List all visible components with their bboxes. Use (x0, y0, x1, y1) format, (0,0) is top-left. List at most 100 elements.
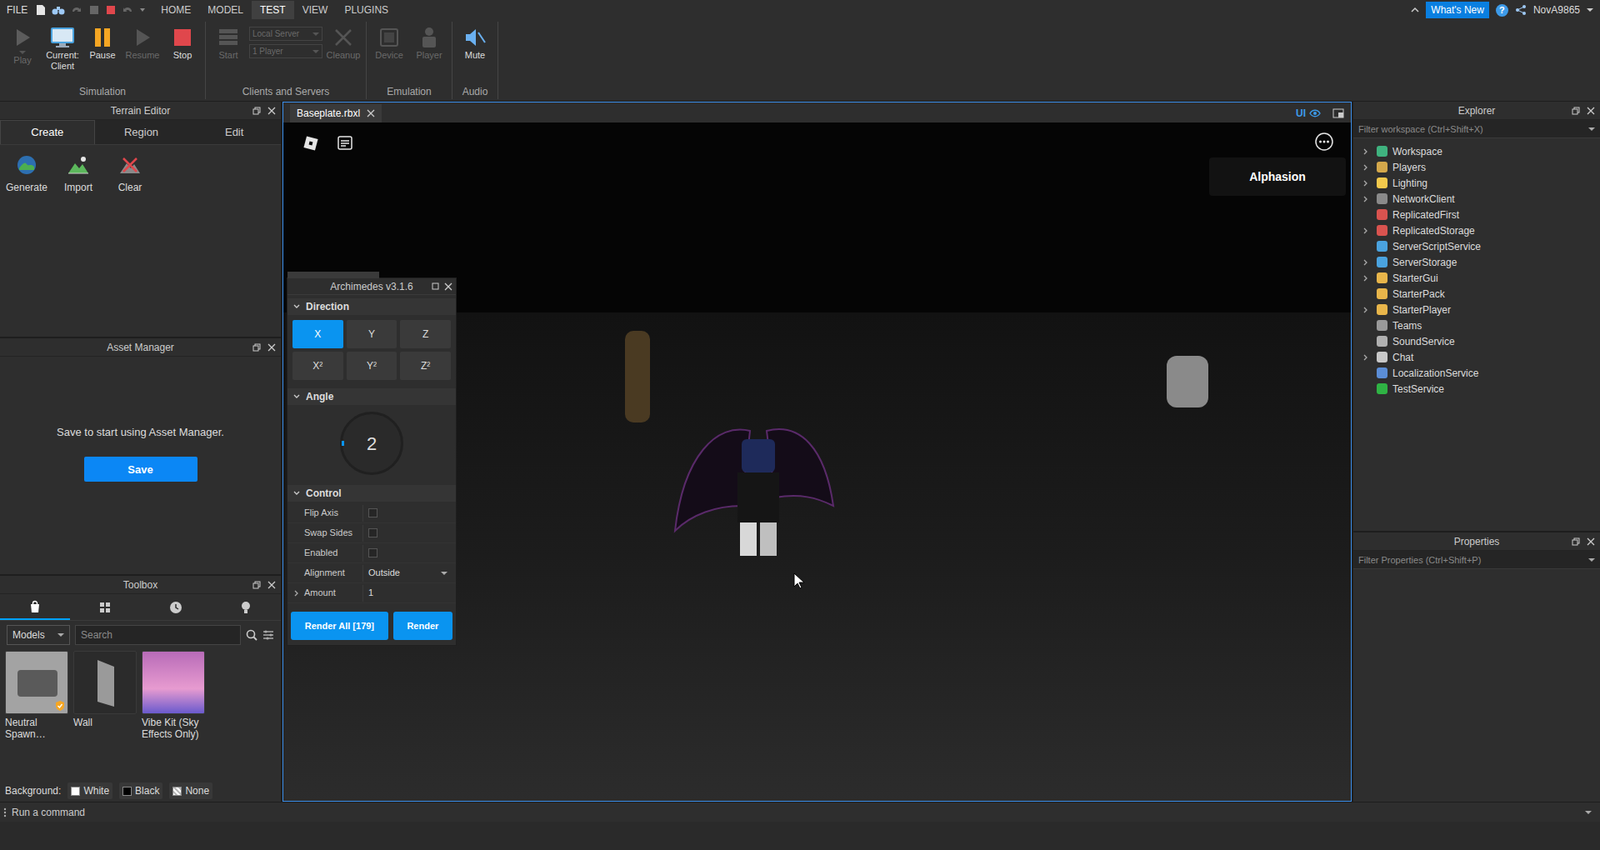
ribbon-tab[interactable]: TEST (251, 0, 295, 20)
section-chevron-icon[interactable] (292, 490, 301, 497)
checkbox[interactable] (368, 528, 378, 538)
direction-button[interactable]: Y² (346, 351, 398, 380)
command-input[interactable] (11, 804, 1580, 821)
checkbox[interactable] (368, 508, 378, 518)
new-file-icon[interactable] (35, 4, 46, 16)
expand-chevron-icon[interactable] (1360, 354, 1372, 361)
dial-handle[interactable] (341, 440, 345, 446)
ui-toggle[interactable]: UI (1295, 105, 1306, 121)
expand-chevron-icon[interactable] (1360, 306, 1372, 314)
toolbox-item[interactable]: Neutral Spawn… (5, 650, 72, 740)
section-chevron-icon[interactable] (292, 303, 301, 310)
amount-input[interactable]: 1 (368, 585, 451, 600)
ribbon-tab[interactable]: HOME (152, 0, 200, 20)
ribbon-tab[interactable]: MODEL (199, 0, 252, 20)
terrain-tab[interactable]: Create (0, 120, 95, 145)
ribbon-tool[interactable]: Play (3, 25, 42, 66)
window-grip[interactable] (287, 271, 380, 279)
archimedes-title-bar[interactable]: Archimedes v3.1.6 (287, 278, 456, 295)
item-thumbnail[interactable] (73, 650, 137, 715)
roblox-menu-icon[interactable] (301, 134, 320, 153)
ribbon-tool[interactable]: Resume (123, 25, 162, 61)
close-icon[interactable] (1586, 106, 1595, 115)
play-options-caret-icon[interactable] (19, 50, 26, 55)
explorer-item[interactable]: Players (1353, 159, 1600, 175)
ribbon-tool[interactable]: Start (209, 25, 248, 61)
toolbox-tab[interactable] (140, 594, 211, 620)
ribbon-tool[interactable]: Current:Client (43, 25, 82, 72)
category-dropdown[interactable]: Models (6, 625, 70, 645)
close-icon[interactable] (267, 106, 276, 115)
undo-icon[interactable] (121, 4, 134, 16)
explorer-item[interactable]: LocalizationService (1353, 365, 1600, 381)
direction-button[interactable]: Z (400, 320, 451, 349)
explorer-item[interactable]: SoundService (1353, 333, 1600, 350)
explorer-item[interactable]: StarterPack (1353, 285, 1600, 302)
expand-chevron-icon[interactable] (1360, 164, 1372, 171)
command-history-caret-icon[interactable] (1585, 810, 1592, 815)
terrain-tool[interactable]: Import (53, 151, 104, 195)
terrain-tab[interactable]: Edit (187, 120, 281, 145)
ribbon-tool[interactable]: Mute (455, 25, 495, 61)
expand-chevron-icon[interactable] (1360, 259, 1372, 266)
explorer-item[interactable]: ServerScriptService (1353, 238, 1600, 255)
float-icon[interactable] (252, 580, 261, 590)
redo-icon[interactable] (70, 4, 83, 16)
quick-access-caret-icon[interactable] (139, 5, 146, 15)
document-tab[interactable]: Baseplate.rbxl (290, 104, 382, 123)
float-icon[interactable] (1571, 537, 1580, 546)
toolbox-item[interactable]: Wall (73, 650, 140, 729)
explorer-item[interactable]: ServerStorage (1353, 254, 1600, 270)
whats-new-button[interactable]: What's New (1425, 1, 1490, 19)
more-menu-icon[interactable] (1314, 131, 1335, 152)
ribbon-dropdown[interactable]: Local Server (249, 26, 323, 41)
filter-caret-icon[interactable] (1588, 126, 1595, 132)
save-button[interactable]: Save (84, 456, 198, 482)
close-icon[interactable] (1586, 537, 1595, 546)
expand-chevron-icon[interactable] (1360, 180, 1372, 187)
ribbon-tool[interactable]: Pause (83, 25, 122, 61)
toolbox-tab[interactable] (70, 594, 140, 620)
direction-button[interactable]: X² (292, 351, 344, 380)
close-icon[interactable] (444, 282, 453, 291)
game-view[interactable]: AlphasionArchimedes v3.1.6DirectionXYZX²… (283, 122, 1351, 801)
render-button[interactable]: Render (393, 611, 453, 640)
binoculars-icon[interactable] (51, 4, 65, 16)
direction-button[interactable]: Y (346, 320, 398, 349)
alignment-dropdown[interactable]: Outside (368, 565, 451, 580)
filter-icon[interactable] (262, 629, 275, 641)
close-icon[interactable] (366, 109, 375, 118)
explorer-item[interactable]: Chat (1353, 349, 1600, 365)
section-header[interactable]: Angle (287, 388, 456, 405)
explorer-item[interactable]: TestService (1353, 380, 1600, 397)
item-thumbnail[interactable] (141, 650, 205, 715)
section-header[interactable]: Direction (287, 298, 456, 315)
maximize-icon[interactable] (431, 282, 440, 290)
expand-chevron-icon[interactable] (1360, 148, 1372, 155)
ribbon-tab[interactable]: VIEW (294, 0, 337, 20)
user-name[interactable]: NovA9865 (1533, 2, 1580, 18)
eye-icon[interactable] (1309, 109, 1321, 118)
close-icon[interactable] (267, 580, 276, 590)
toolbox-item[interactable]: Vibe Kit (Sky Effects Only) (141, 650, 209, 740)
ribbon-tool[interactable]: Cleanup (324, 25, 363, 61)
toolbox-search[interactable] (75, 625, 241, 645)
toolbox-tab[interactable] (0, 594, 70, 620)
close-icon[interactable] (267, 343, 276, 352)
stop-small-icon[interactable] (105, 5, 116, 15)
share-icon[interactable] (1515, 4, 1527, 16)
checkbox[interactable] (368, 548, 378, 558)
help-button[interactable]: ? (1495, 4, 1509, 17)
item-thumbnail[interactable] (5, 650, 69, 715)
explorer-item[interactable]: NetworkClient (1353, 190, 1600, 207)
expand-chevron-icon[interactable] (1360, 195, 1372, 203)
player-list-entry[interactable]: Alphasion (1209, 157, 1346, 196)
explorer-item[interactable]: ReplicatedFirst (1353, 206, 1600, 223)
collapse-ribbon-icon[interactable] (1410, 6, 1420, 14)
float-icon[interactable] (252, 343, 261, 352)
background-option[interactable]: Black (119, 782, 163, 800)
ribbon-tab[interactable]: PLUGINS (335, 0, 397, 20)
search-icon[interactable] (245, 629, 258, 641)
angle-dial[interactable]: 2 (340, 411, 404, 475)
terrain-tool[interactable]: Clear (105, 151, 155, 195)
